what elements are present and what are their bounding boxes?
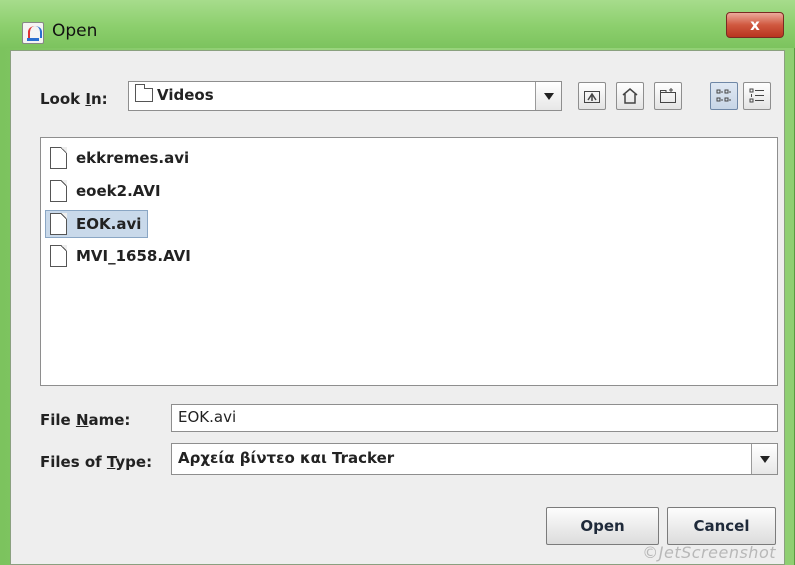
chevron-down-icon[interactable] [751, 444, 777, 474]
home-icon [622, 88, 638, 104]
window-frame: Open x Look In: Videos ekkremes.avi eoek… [0, 0, 795, 565]
new-folder-icon [660, 88, 676, 103]
dialog-content: Look In: Videos ekkremes.avi eoek2.AVI E… [10, 50, 785, 565]
file-item-mvi-1658[interactable]: MVI_1658.AVI [46, 243, 197, 271]
look-in-label: Look In: [40, 90, 108, 108]
file-item-label: eoek2.AVI [76, 182, 161, 200]
details-view-icon [749, 88, 764, 103]
file-list[interactable]: ekkremes.avi eoek2.AVI EOK.avi MVI_1658.… [40, 137, 778, 386]
list-view-icon [716, 89, 731, 102]
window-title: Open [52, 21, 98, 41]
folder-icon [135, 84, 153, 102]
close-button[interactable]: x [726, 12, 784, 38]
open-button[interactable]: Open [546, 507, 659, 545]
look-in-combo[interactable]: Videos [128, 81, 562, 111]
file-icon [50, 180, 67, 202]
up-one-level-button[interactable] [578, 82, 606, 110]
files-of-type-combo[interactable]: Αρχεία βίντεο και Tracker [171, 443, 778, 475]
file-item-ekkremes[interactable]: ekkremes.avi [46, 145, 195, 173]
file-icon [50, 213, 67, 235]
details-view-button[interactable] [743, 82, 771, 110]
chevron-down-icon[interactable] [535, 82, 561, 110]
home-button[interactable] [616, 82, 644, 110]
close-icon: x [750, 16, 760, 34]
up-one-level-icon [584, 91, 600, 103]
file-icon [50, 147, 67, 169]
file-item-eok[interactable]: EOK.avi [45, 210, 149, 238]
app-java-icon [22, 22, 44, 44]
file-item-label: MVI_1658.AVI [76, 247, 191, 265]
file-icon [50, 245, 67, 267]
title-bar[interactable]: Open x [0, 0, 795, 48]
new-folder-button[interactable] [654, 82, 682, 110]
files-of-type-label: Files of Type: [40, 453, 153, 471]
file-name-input[interactable]: EOK.avi [171, 404, 778, 432]
file-item-label: ekkremes.avi [76, 149, 190, 167]
watermark: ©JetScreenshot [642, 543, 776, 562]
look-in-value: Videos [157, 86, 214, 104]
files-of-type-value: Αρχεία βίντεο και Tracker [178, 449, 395, 467]
list-view-button[interactable] [710, 82, 738, 110]
cancel-button[interactable]: Cancel [667, 507, 776, 545]
file-name-label: File Name: [40, 411, 131, 429]
file-item-label: EOK.avi [76, 215, 142, 233]
file-item-eoek2[interactable]: eoek2.AVI [46, 178, 167, 206]
